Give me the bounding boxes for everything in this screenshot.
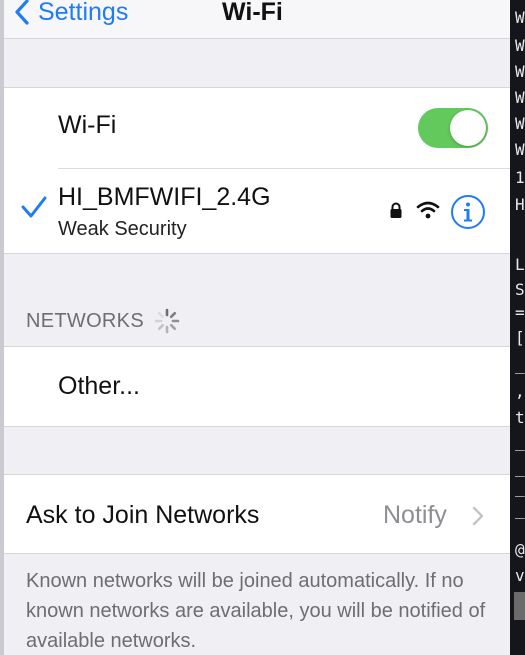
device-edge: [0, 0, 4, 655]
terminal-text-line: _: [515, 355, 525, 374]
connected-network-name: HI_BMFWIFI_2.4G: [58, 183, 271, 211]
terminal-text-line: =: [515, 303, 525, 322]
terminal-text-line: S: [515, 280, 525, 299]
wifi-toggle-row: Wi-Fi: [0, 88, 510, 168]
terminal-scroll-indicator: [514, 592, 525, 620]
toggle-knob: [450, 110, 486, 146]
wifi-toggle-switch[interactable]: [418, 108, 488, 148]
terminal-text-line: _: [515, 432, 525, 451]
network-security-label: Weak Security: [58, 218, 187, 240]
terminal-text-line: W: [515, 88, 525, 107]
back-button[interactable]: Settings: [14, 0, 128, 30]
info-icon[interactable]: [450, 194, 486, 230]
terminal-text-line: @: [515, 540, 525, 559]
terminal-window-edge: WWWWWW1HLS=[$_,t____@v: [510, 0, 525, 655]
ask-to-join-value: Notify: [383, 501, 447, 529]
terminal-text-line: W: [515, 62, 525, 81]
wifi-settings-screen: Settings Wi-Fi Wi-Fi HI_BMFWIFI_2.4G Wea…: [0, 0, 510, 655]
networks-section-header: NETWORKS: [26, 308, 180, 334]
chevron-left-icon: [15, 0, 29, 25]
networks-header-label: NETWORKS: [26, 309, 144, 332]
wifi-toggle-label: Wi-Fi: [58, 111, 117, 139]
other-network-label: Other...: [58, 372, 140, 400]
terminal-text-line: _: [515, 458, 525, 477]
back-button-label: Settings: [38, 0, 129, 26]
lock-icon: [390, 202, 402, 218]
terminal-text-line: L: [515, 255, 525, 274]
terminal-text-line: [$: [515, 328, 525, 347]
ask-to-join-footer-note: Known networks will be joined automatica…: [26, 570, 486, 652]
terminal-text-line: W: [515, 114, 525, 133]
terminal-text-line: _: [515, 478, 525, 497]
chevron-right-icon: [472, 506, 484, 526]
navigation-bar: Settings Wi-Fi: [0, 0, 510, 39]
checkmark-icon: [21, 196, 47, 218]
wifi-signal-icon: [416, 201, 440, 219]
terminal-text-line: t: [515, 408, 525, 427]
ask-to-join-label: Ask to Join Networks: [26, 501, 260, 529]
page-title: Wi-Fi: [222, 0, 283, 26]
terminal-text-line: ,: [515, 382, 525, 401]
terminal-text-line: _: [515, 500, 525, 519]
terminal-text-line: W: [515, 36, 525, 55]
terminal-text-line: W: [515, 8, 525, 27]
terminal-text-line: H: [515, 195, 525, 214]
terminal-text-line: v: [515, 566, 525, 585]
loading-spinner-icon: [154, 308, 180, 334]
terminal-text-line: W: [515, 140, 525, 159]
terminal-text-line: 1: [515, 168, 525, 187]
